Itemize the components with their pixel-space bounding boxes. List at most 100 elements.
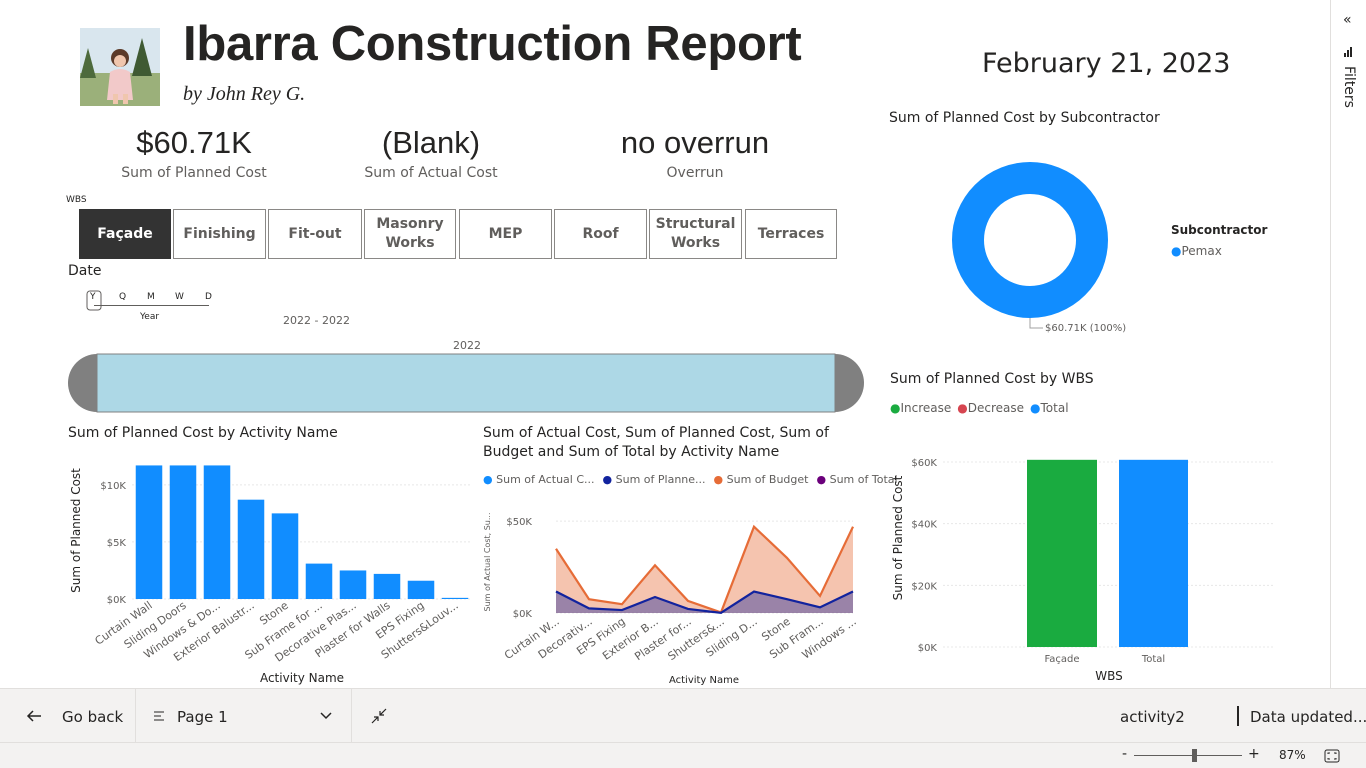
filters-label[interactable]: Filters [1341, 66, 1357, 108]
level-label: Year [140, 312, 160, 322]
dataset-name: activity2 [1120, 708, 1185, 726]
x-tick-label: Total [1141, 654, 1165, 665]
timeline-bar[interactable] [68, 353, 864, 413]
area-chart-title-line-2: Budget and Sum of Total by Activity Name [483, 444, 780, 460]
level-y[interactable]: Y [90, 292, 96, 302]
filters-pane[interactable]: « Filters [1330, 0, 1366, 688]
wbs-button-facade[interactable]: Façade [79, 209, 171, 259]
list-icon [154, 711, 164, 721]
bar-chart-title: Sum of Planned Cost by Activity Name [68, 425, 338, 441]
y-tick-label: $10K [100, 481, 126, 492]
wbs-button-finishing[interactable]: Finishing [173, 209, 266, 259]
area-chart-title-line-1: Sum of Actual Cost, Sum of Planned Cost,… [483, 425, 829, 441]
level-d[interactable]: D [205, 292, 212, 302]
waterfall-legend: ●Increase ●Decrease ●Total [890, 401, 1069, 415]
zoom-slider[interactable] [1134, 749, 1242, 762]
legend-item-actual[interactable]: ● Sum of Actual C... [483, 473, 595, 486]
divider [1237, 706, 1239, 726]
y-tick-label: $0K [107, 595, 127, 606]
y-tick-label: $50K [506, 517, 532, 528]
x-tick-label: Façade [1044, 654, 1079, 665]
donut-legend-item-pemax[interactable]: ●Pemax [1171, 244, 1222, 258]
bar [407, 580, 435, 599]
wbs-waterfall-chart[interactable]: $0K $20K $40K $60K Façade Total Sum of Planned… [885, 440, 1285, 688]
go-back-label: Go back [62, 708, 124, 726]
zoom-out-button[interactable]: - [1122, 746, 1127, 762]
kpi-value: no overrun [620, 125, 770, 160]
level-m[interactable]: M [147, 292, 155, 302]
wbs-button-structural-works[interactable]: Structural Works [649, 209, 742, 259]
date-level-selector[interactable]: Y Q M W D Year [86, 290, 216, 322]
fit-to-page-icon[interactable] [1324, 749, 1340, 766]
donut-title: Sum of Planned Cost by Subcontractor [889, 110, 1160, 126]
legend-item-planned[interactable]: ● Sum of Planne... [603, 473, 706, 486]
y-tick-label: $0K [513, 609, 533, 620]
activity-area-chart[interactable]: $0K$50KCurtain W...Decorativ...EPS Fixin… [480, 492, 865, 688]
area-chart-legend: ● Sum of Actual C... ● Sum of Planne... … [483, 473, 898, 486]
y-tick-label: $0K [918, 643, 938, 654]
legend-item-decrease[interactable]: ●Decrease [957, 401, 1024, 415]
report-date: February 21, 2023 [982, 48, 1231, 79]
report-navbar: Go back Page 1 activity2 Data updated... [0, 688, 1366, 743]
kpi-card-actual-cost: (Blank) Sum of Actual Cost [331, 125, 531, 181]
date-slicer-title: Date [68, 263, 102, 279]
kpi-label: Overrun [666, 165, 724, 181]
wbs-button-fit-out[interactable]: Fit-out [268, 209, 362, 259]
zoom-in-button[interactable]: + [1248, 746, 1260, 762]
y-tick-label: $20K [911, 581, 937, 592]
bar [271, 513, 299, 599]
y-tick-label: $60K [911, 458, 937, 469]
y-axis-title: Sum of Planned Cost [69, 468, 83, 593]
level-q[interactable]: Q [119, 292, 126, 302]
arrow-left-icon [26, 710, 41, 722]
zoom-slider-thumb[interactable] [1192, 749, 1198, 762]
bar [373, 573, 401, 599]
activity-bar-chart[interactable]: $0K$5K$10KCurtain WallSliding DoorsWindo… [62, 450, 477, 688]
zoom-level: 87% [1279, 748, 1306, 762]
page-selector[interactable]: Page 1 [150, 704, 340, 728]
wbs-button-mep[interactable]: MEP [459, 209, 552, 259]
y-axis-title: Sum of Actual Cost, Su... [483, 513, 492, 612]
wbs-button-masonry-works[interactable]: Masonry Works [364, 209, 456, 259]
date-range-label: 2022 - 2022 [283, 314, 350, 327]
subcontractor-donut-chart[interactable] [930, 140, 1150, 340]
y-axis-title: Sum of Planned Cost [891, 475, 905, 600]
kpi-value: $60.71K [136, 125, 252, 160]
wbs-button-terraces[interactable]: Terraces [745, 209, 837, 259]
bar [305, 563, 333, 599]
y-tick-label: $40K [911, 520, 937, 531]
bar [203, 465, 231, 599]
collapse-chevron-icon[interactable]: « [1343, 12, 1352, 28]
legend-item-total[interactable]: ●Total [1030, 401, 1069, 415]
kpi-label: Sum of Planned Cost [121, 165, 267, 181]
bar [339, 570, 367, 599]
bar [237, 499, 265, 599]
page-label: Page 1 [177, 708, 228, 726]
kpi-card-planned-cost: $60.71K Sum of Planned Cost [94, 125, 294, 181]
legend-item-increase[interactable]: ●Increase [890, 401, 951, 415]
bar [169, 465, 197, 599]
chevron-down-icon [320, 712, 332, 720]
wbs-button-roof[interactable]: Roof [554, 209, 647, 259]
page-title: Ibarra Construction Report [183, 17, 802, 71]
kpi-value: (Blank) [381, 125, 481, 160]
collapse-icon[interactable] [371, 708, 387, 728]
status-bar: - + 87% [0, 742, 1366, 768]
author-subtitle: by John Rey G. [183, 83, 306, 105]
donut-slice-pemax [952, 162, 1108, 318]
level-w[interactable]: W [175, 292, 184, 302]
report-canvas: Ibarra Construction Report by John Rey G… [0, 0, 1330, 688]
bar [441, 597, 469, 599]
legend-item-budget[interactable]: ● Sum of Budget [714, 473, 809, 486]
donut-legend-title: Subcontractor [1171, 223, 1268, 237]
y-tick-label: $5K [107, 538, 127, 549]
bar [135, 465, 163, 599]
x-axis-title: Activity Name [260, 671, 344, 685]
x-axis-title: WBS [1095, 669, 1123, 683]
kpi-card-overrun: no overrun Overrun [585, 125, 805, 181]
go-back-button[interactable]: Go back [24, 704, 123, 728]
timeline-year-label: 2022 [453, 339, 481, 352]
kpi-label: Sum of Actual Cost [364, 165, 498, 181]
data-updated-label[interactable]: Data updated... [1250, 708, 1366, 726]
author-photo [80, 28, 160, 106]
